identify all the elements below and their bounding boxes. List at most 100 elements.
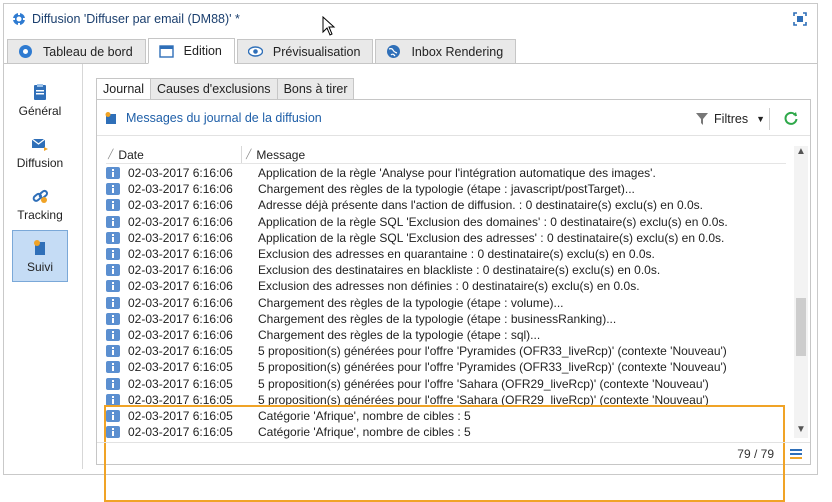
info-icon [106, 296, 120, 309]
info-icon [106, 328, 120, 341]
row-date: 02-03-2017 6:16:05 [128, 425, 233, 440]
info-icon [106, 215, 120, 228]
table-row[interactable]: 02-03-2017 6:16:06 Chargement des règles … [106, 327, 786, 343]
sidebar-item-diffusion[interactable]: Diffusion [12, 126, 68, 178]
filters-label: Filtres [714, 112, 749, 126]
info-icon [106, 426, 120, 439]
row-message: Adresse déjà présente dans l'action de d… [258, 198, 703, 213]
table-row[interactable]: 02-03-2017 6:16:06 Chargement des règles … [106, 181, 786, 197]
title-bar: Diffusion 'Diffuser par email (DM88)' * [4, 4, 817, 36]
table-row[interactable]: 02-03-2017 6:16:06 Exclusion des destinat… [106, 262, 786, 278]
row-message: Catégorie 'Afrique', nombre de cibles : … [258, 408, 471, 423]
info-icon [106, 199, 120, 212]
sidebar-item-suivi[interactable]: Suivi [12, 230, 68, 282]
table-row[interactable]: 02-03-2017 6:16:05 Catégorie 'Afrique', n… [106, 424, 786, 440]
log-messages-icon [105, 111, 116, 124]
row-message: 5 proposition(s) générées pour l'offre '… [258, 360, 727, 375]
row-message: Chargement des règles de la typologie (é… [258, 182, 635, 197]
column-label: Message [256, 147, 306, 162]
row-date: 02-03-2017 6:16:06 [128, 198, 233, 213]
status-bar: 79 / 79 [97, 442, 810, 464]
list-menu-icon[interactable] [790, 448, 802, 460]
info-icon [106, 167, 120, 180]
row-date: 02-03-2017 6:16:06 [128, 166, 233, 181]
funnel-icon [696, 113, 709, 125]
link-icon [32, 189, 48, 203]
info-icon [106, 280, 120, 293]
table-row[interactable]: 02-03-2017 6:16:05 5 proposition(s) génér… [106, 392, 786, 408]
sidebar: Général Diffusion Tracking Suivi [12, 74, 72, 474]
main-tabs: Tableau de bord Edition Prévisualisation… [4, 38, 817, 64]
main-area: Journal Causes d'exclusions Bons à tirer… [82, 64, 814, 502]
row-message: Exclusion des adresses en quarantaine : … [258, 247, 655, 262]
eye-icon [247, 46, 263, 57]
row-date: 02-03-2017 6:16:06 [128, 230, 233, 245]
refresh-icon[interactable] [784, 111, 798, 125]
sub-tabs: Journal Causes d'exclusions Bons à tirer [96, 78, 355, 100]
edit-icon [158, 44, 174, 58]
info-icon [106, 345, 120, 358]
row-message: Application de la règle SQL 'Exclusion d… [258, 230, 725, 245]
tab-causes-exclusions[interactable]: Causes d'exclusions [150, 78, 278, 100]
row-date: 02-03-2017 6:16:05 [128, 408, 233, 423]
panel-title: Messages du journal de la diffusion [126, 110, 322, 125]
tab-label: Edition [183, 44, 222, 58]
maximize-icon[interactable] [793, 12, 807, 26]
tab-inbox-rendering[interactable]: Inbox Rendering [375, 39, 517, 63]
filters-dropdown[interactable]: Filtres ▼ [696, 108, 770, 130]
delivery-icon [12, 12, 26, 26]
row-date: 02-03-2017 6:16:05 [128, 376, 233, 391]
row-message: 5 proposition(s) générées pour l'offre '… [258, 376, 709, 391]
scroll-thumb[interactable] [796, 298, 806, 356]
info-icon [106, 361, 120, 374]
clipboard-icon [34, 83, 46, 100]
sidebar-item-label: Diffusion [16, 155, 64, 170]
table-row[interactable]: 02-03-2017 6:16:06 Exclusion des adresses… [106, 278, 786, 294]
table-row[interactable]: 02-03-2017 6:16:05 5 proposition(s) génér… [106, 359, 786, 375]
table-row[interactable]: 02-03-2017 6:16:05 5 proposition(s) génér… [106, 343, 786, 359]
row-date: 02-03-2017 6:16:06 [128, 311, 233, 326]
row-message: Chargement des règles de la typologie (é… [258, 311, 617, 326]
table-row[interactable]: 02-03-2017 6:16:06 Exclusion des adresses… [106, 246, 786, 262]
tab-tableau-de-bord[interactable]: Tableau de bord [7, 39, 146, 63]
row-date: 02-03-2017 6:16:06 [128, 182, 233, 197]
row-message: Exclusion des adresses non définies : 0 … [258, 279, 640, 294]
scroll-down-icon[interactable]: ▼ [794, 424, 808, 438]
vertical-scrollbar[interactable]: ▲ ▼ [794, 146, 808, 438]
info-icon [106, 231, 120, 244]
sidebar-item-label: Tracking [17, 207, 63, 222]
table-row[interactable]: 02-03-2017 6:16:05 5 proposition(s) génér… [106, 375, 786, 391]
table-row[interactable]: 02-03-2017 6:16:06 Adresse déjà présente … [106, 197, 786, 213]
row-date: 02-03-2017 6:16:06 [128, 295, 233, 310]
tab-journal[interactable]: Journal [96, 78, 151, 100]
row-date: 02-03-2017 6:16:06 [128, 327, 233, 342]
info-icon [106, 312, 120, 325]
table-row[interactable]: 02-03-2017 6:16:05 Catégorie 'Afrique', n… [106, 408, 786, 424]
row-message: Chargement des règles de la typologie (é… [258, 295, 564, 310]
dashboard-icon [19, 45, 32, 58]
table-row[interactable]: 02-03-2017 6:16:06 Application de la règl… [106, 230, 786, 246]
row-message: Application de la règle SQL 'Exclusion d… [258, 214, 728, 229]
sidebar-item-tracking[interactable]: Tracking [12, 178, 68, 230]
scroll-up-icon[interactable]: ▲ [794, 146, 808, 160]
tab-bons-a-tirer[interactable]: Bons à tirer [276, 78, 355, 100]
row-count: 79 / 79 [737, 447, 774, 461]
info-icon [106, 377, 120, 390]
tab-previsualisation[interactable]: Prévisualisation [236, 39, 374, 63]
row-date: 02-03-2017 6:16:05 [128, 392, 233, 407]
sort-icon: ╱ [246, 149, 252, 159]
table-row[interactable]: 02-03-2017 6:16:06 Chargement des règles … [106, 295, 786, 311]
sidebar-item-general[interactable]: Général [12, 74, 68, 126]
tab-edition[interactable]: Edition [147, 38, 235, 64]
column-header-date[interactable]: ╱ Date [106, 146, 242, 163]
table-row[interactable]: 02-03-2017 6:16:06 Chargement des règles … [106, 311, 786, 327]
tab-label: Inbox Rendering [411, 44, 504, 59]
chevron-down-icon: ▼ [756, 114, 765, 124]
tab-label: Tableau de bord [43, 44, 133, 59]
table-row[interactable]: 02-03-2017 6:16:06 Application de la règl… [106, 214, 786, 230]
table-row[interactable]: 02-03-2017 6:16:06 Application de la règl… [106, 165, 786, 181]
tracking-doc-icon [34, 239, 45, 255]
column-header-message[interactable]: ╱ Message [242, 146, 305, 163]
info-icon [106, 409, 120, 422]
sidebar-item-label: Général [18, 103, 62, 118]
